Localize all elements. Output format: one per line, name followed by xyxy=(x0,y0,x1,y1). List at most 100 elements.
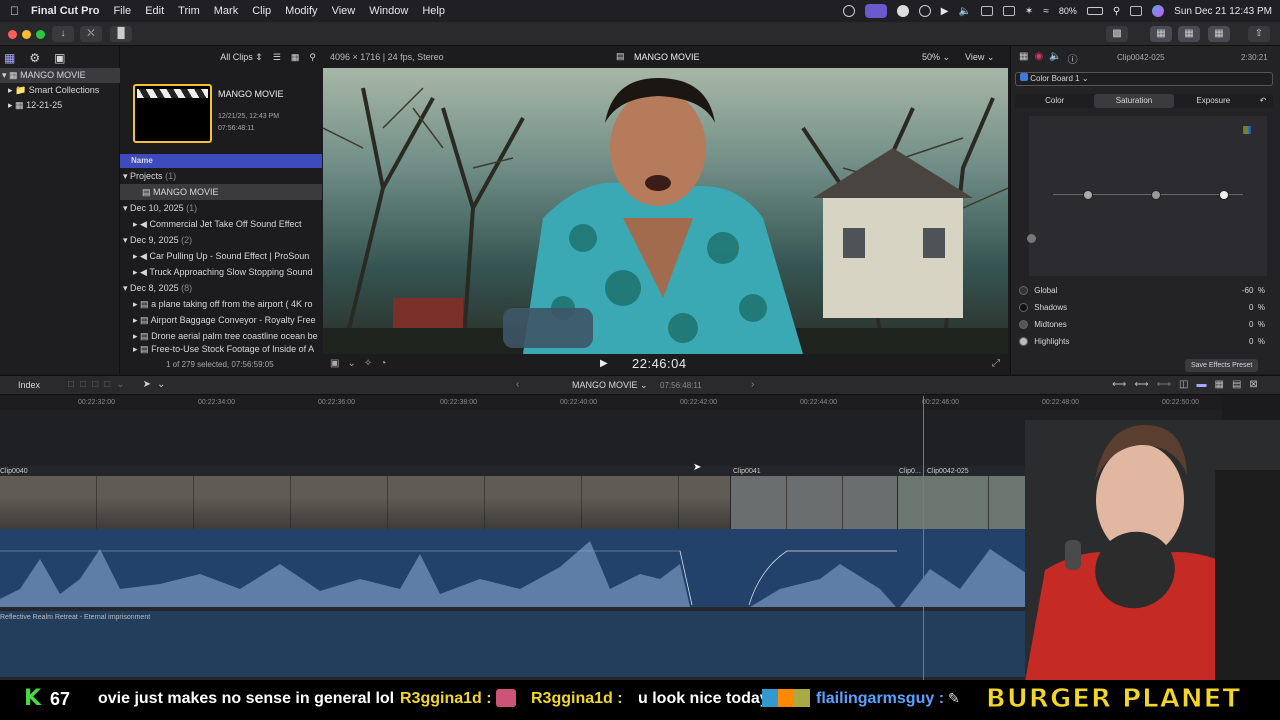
info-inspector-icon[interactable]: ⓘ xyxy=(1068,51,1078,66)
zoom-dropdown[interactable]: 50% ⌄ xyxy=(922,52,950,63)
siri-icon[interactable] xyxy=(1152,5,1165,17)
menu-modify[interactable]: Modify xyxy=(285,5,317,17)
disclosure-open-icon[interactable]: ▾ xyxy=(123,203,128,213)
inspector-row-global[interactable]: Global -60 % xyxy=(1019,284,1265,298)
list-item[interactable]: ▸ ▤ a plane taking off from the airport … xyxy=(120,296,322,312)
menu-trim[interactable]: Trim xyxy=(178,5,200,17)
magic-wand-icon[interactable]: ✧ xyxy=(364,358,372,369)
play-button[interactable]: ▶ xyxy=(600,358,608,369)
disclosure-closed-icon[interactable]: ▸ xyxy=(8,85,13,95)
effects-browser-icon[interactable]: ⊠ xyxy=(1249,379,1257,390)
menu-mark[interactable]: Mark xyxy=(214,5,238,17)
play-icon[interactable]: ▶ xyxy=(941,6,949,17)
disclosure-open-icon[interactable]: ▾ xyxy=(123,283,128,293)
highlights-puck[interactable] xyxy=(1219,190,1229,200)
row-value[interactable]: 0 xyxy=(1249,337,1253,346)
menu-view[interactable]: View xyxy=(332,5,356,17)
row-value[interactable]: -60 xyxy=(1242,286,1254,295)
tab-exposure[interactable]: Exposure xyxy=(1174,94,1253,108)
global-slider-puck[interactable] xyxy=(1027,234,1036,243)
display-icon[interactable] xyxy=(980,6,993,16)
edit-options-icon[interactable]: ⌄ xyxy=(116,379,124,390)
control-center-icon[interactable] xyxy=(1130,6,1143,16)
sidebar-item-smart-collections[interactable]: ▸ 📁 Smart Collections xyxy=(0,83,120,98)
list-item[interactable]: ▸ ▤ Drone aerial palm tree coastline oce… xyxy=(120,328,322,344)
menu-window[interactable]: Window xyxy=(369,5,408,17)
menu-clip[interactable]: Clip xyxy=(252,5,271,17)
crop-icon[interactable]: ▣ xyxy=(330,358,339,369)
disclosure-closed-icon[interactable]: ▸ xyxy=(133,315,138,325)
audio-monitor-icon[interactable]: ◫ xyxy=(1179,379,1188,390)
group-dec9[interactable]: ▾ Dec 9, 2025 (2) xyxy=(120,232,322,248)
titles-icon[interactable]: ▣ xyxy=(54,51,65,65)
minimize-window-button[interactable] xyxy=(22,30,31,39)
import-icon[interactable]: ↓ xyxy=(52,26,74,42)
disclosure-open-icon[interactable]: ▾ xyxy=(123,235,128,245)
menu-help[interactable]: Help xyxy=(422,5,445,17)
wifi-icon[interactable]: ≈ xyxy=(1043,6,1049,17)
row-value[interactable]: 0 xyxy=(1249,303,1253,312)
disclosure-closed-icon[interactable]: ▸ xyxy=(133,299,138,309)
search-icon[interactable]: ⚲ xyxy=(309,52,316,63)
list-item[interactable]: ▸ ◀ Commercial Jet Take Off Sound Effect xyxy=(120,216,322,232)
group-dec10[interactable]: ▾ Dec 10, 2025 (1) xyxy=(120,200,322,216)
tool-dropdown-icon[interactable]: ⌄ xyxy=(157,379,165,390)
reset-icon[interactable]: ↶ xyxy=(1253,94,1273,108)
audio-inspector-icon[interactable]: 🔈 xyxy=(1049,51,1061,66)
save-effects-preset-button[interactable]: Save Effects Preset xyxy=(1185,359,1259,372)
disclosure-closed-icon[interactable]: ▸ xyxy=(133,219,138,229)
overwrite-clip-icon[interactable]: □ xyxy=(104,379,110,390)
select-tool-icon[interactable]: ➤ xyxy=(143,379,151,390)
layout-timeline-icon[interactable]: ▦ xyxy=(1178,26,1200,42)
inspector-row-shadows[interactable]: Shadows 0 % xyxy=(1019,301,1265,315)
saturation-board[interactable] xyxy=(1027,116,1267,276)
append-clip-icon[interactable]: □ xyxy=(92,379,98,390)
skimming-icon[interactable]: ▬ xyxy=(1196,379,1206,390)
name-column-header[interactable]: Name xyxy=(120,154,322,168)
playhead[interactable] xyxy=(923,396,924,680)
transform-dropdown-icon[interactable]: ⌄ xyxy=(347,358,355,369)
speed-icon[interactable]: ◔ xyxy=(380,358,386,369)
status-icon[interactable] xyxy=(842,5,855,17)
shadows-puck[interactable] xyxy=(1151,190,1161,200)
keywords-icon[interactable]: ⛌ xyxy=(80,26,102,42)
menu-file[interactable]: File xyxy=(113,5,131,17)
volume-icon[interactable]: 🔈 xyxy=(958,6,970,17)
bluetooth-icon[interactable]: ✶ xyxy=(1025,6,1033,17)
globe-icon[interactable] xyxy=(918,5,931,17)
color-inspector-icon[interactable]: ◉ xyxy=(1034,51,1043,66)
sidebar-item-library[interactable]: ▾ ▦ MANGO MOVIE xyxy=(0,68,120,83)
record-indicator-icon[interactable] xyxy=(864,4,887,18)
zoom-in-icon[interactable]: ⟷ xyxy=(1157,379,1171,390)
zoom-out-icon[interactable]: ⟷ xyxy=(1134,379,1148,390)
group-dec8[interactable]: ▾ Dec 8, 2025 (8) xyxy=(120,280,322,296)
layout-browser-icon[interactable]: ▦ xyxy=(1150,26,1172,42)
battery-icon[interactable] xyxy=(1086,7,1103,15)
video-inspector-icon[interactable]: ▦ xyxy=(1019,51,1028,66)
row-value[interactable]: 0 xyxy=(1249,320,1253,329)
group-projects[interactable]: ▾ Projects (1) xyxy=(120,168,322,184)
app-menu[interactable]: Final Cut Pro xyxy=(31,5,99,17)
grid-icon[interactable] xyxy=(896,5,909,17)
list-item-project[interactable]: ▤ MANGO MOVIE xyxy=(120,184,322,200)
list-item[interactable]: ▸ ◀ Car Pulling Up - Sound Effect | ProS… xyxy=(120,248,322,264)
list-item[interactable]: ▸ ▤ Free-to-Use Stock Footage of Inside … xyxy=(120,344,322,354)
view-dropdown[interactable]: View ⌄ xyxy=(965,52,994,63)
index-button[interactable]: Index xyxy=(18,380,40,390)
disclosure-closed-icon[interactable]: ▸ xyxy=(133,267,138,277)
zoom-fit-icon[interactable]: ⟷ xyxy=(1112,379,1126,390)
disclosure-closed-icon[interactable]: ▸ xyxy=(8,100,13,110)
sidebar-item-event[interactable]: ▸ ▦ 12-21-25 xyxy=(0,98,120,113)
close-window-button[interactable] xyxy=(8,30,17,39)
disclosure-closed-icon[interactable]: ▸ xyxy=(133,251,138,261)
list-view-icon[interactable]: ☰ xyxy=(273,52,281,63)
disclosure-open-icon[interactable]: ▾ xyxy=(123,171,128,181)
fullscreen-window-button[interactable] xyxy=(36,30,45,39)
share-icon[interactable]: ⇧ xyxy=(1248,26,1270,42)
timeline-ruler[interactable]: 00:22:32:00 00:22:34:00 00:22:36:00 00:2… xyxy=(0,396,1222,410)
disclosure-closed-icon[interactable]: ▸ xyxy=(133,344,138,354)
photos-icon[interactable]: ⚙ xyxy=(29,51,40,65)
clip-appearance-icon[interactable]: ▦ xyxy=(291,52,300,63)
screen-mirroring-icon[interactable] xyxy=(1002,6,1015,16)
disclosure-closed-icon[interactable]: ▸ xyxy=(133,331,138,341)
